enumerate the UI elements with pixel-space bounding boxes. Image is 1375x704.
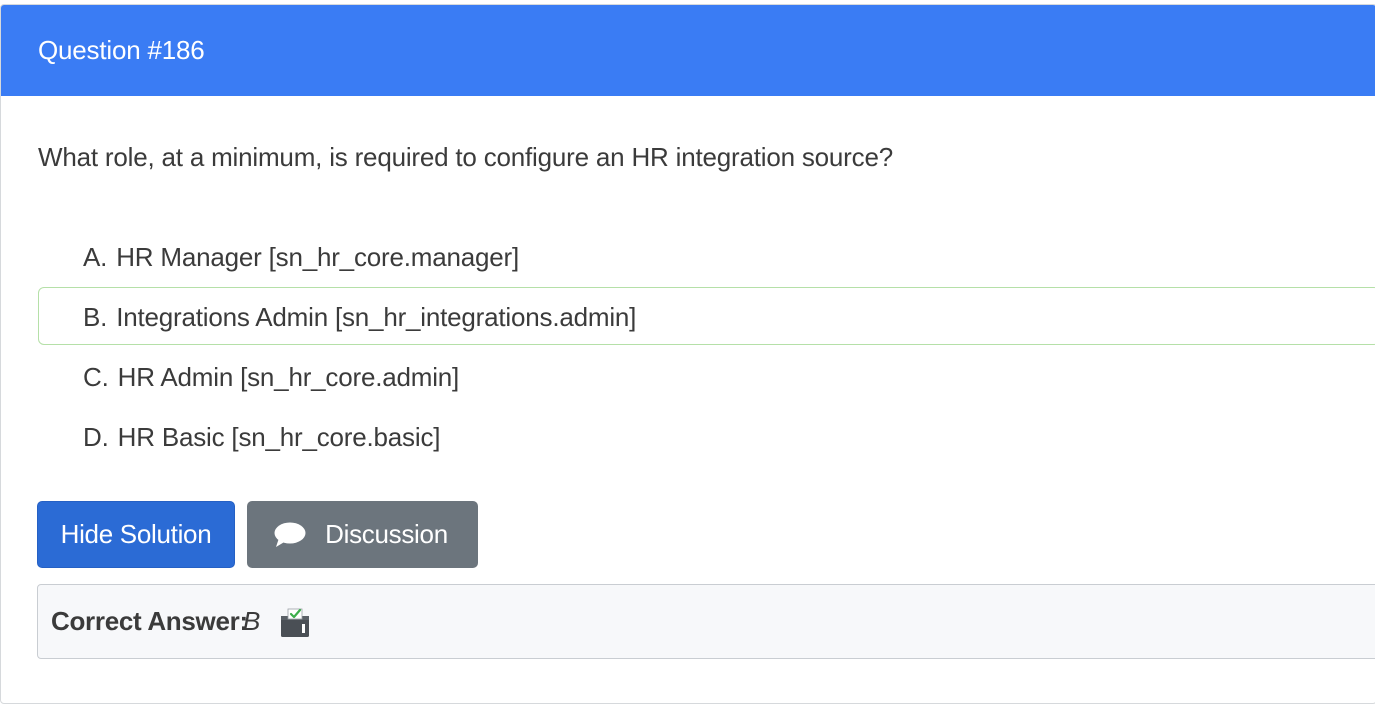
discussion-label: Discussion <box>325 519 448 549</box>
choice-c[interactable]: C. HR Admin [sn_hr_core.admin] <box>38 347 1375 405</box>
choice-text: HR Manager [sn_hr_core.manager] <box>116 242 519 272</box>
chat-bubble-icon <box>274 522 306 547</box>
choice-list: A. HR Manager [sn_hr_core.manager] B. In… <box>38 227 1375 467</box>
choice-text: Integrations Admin [sn_hr_integrations.a… <box>116 302 637 332</box>
correct-answer-value: B <box>243 606 261 636</box>
choice-b[interactable]: B. Integrations Admin [sn_hr_integration… <box>38 287 1375 345</box>
choice-text: HR Basic [sn_hr_core.basic] <box>117 422 441 452</box>
choice-letter: A. <box>83 242 108 272</box>
choice-text: HR Admin [sn_hr_core.admin] <box>117 362 460 392</box>
discussion-button[interactable]: Discussion <box>247 501 478 568</box>
choice-letter: C. <box>83 362 109 392</box>
hide-solution-label: Hide Solution <box>60 519 212 549</box>
correct-answer-label: Correct Answer: <box>51 606 248 636</box>
question-text: What role, at a minimum, is required to … <box>38 142 893 172</box>
choice-letter: B. <box>83 302 108 332</box>
question-title: Question #186 <box>38 35 205 65</box>
card-header: Question #186 <box>1 5 1375 96</box>
choice-a[interactable]: A. HR Manager [sn_hr_core.manager] <box>38 227 1375 285</box>
choice-d[interactable]: D. HR Basic [sn_hr_core.basic] <box>38 407 1375 465</box>
choice-letter: D. <box>83 422 109 452</box>
hide-solution-button[interactable]: Hide Solution <box>37 501 235 568</box>
correct-answer-box: Correct Answer: B <box>37 584 1375 659</box>
vote-box-icon[interactable] <box>278 605 312 639</box>
